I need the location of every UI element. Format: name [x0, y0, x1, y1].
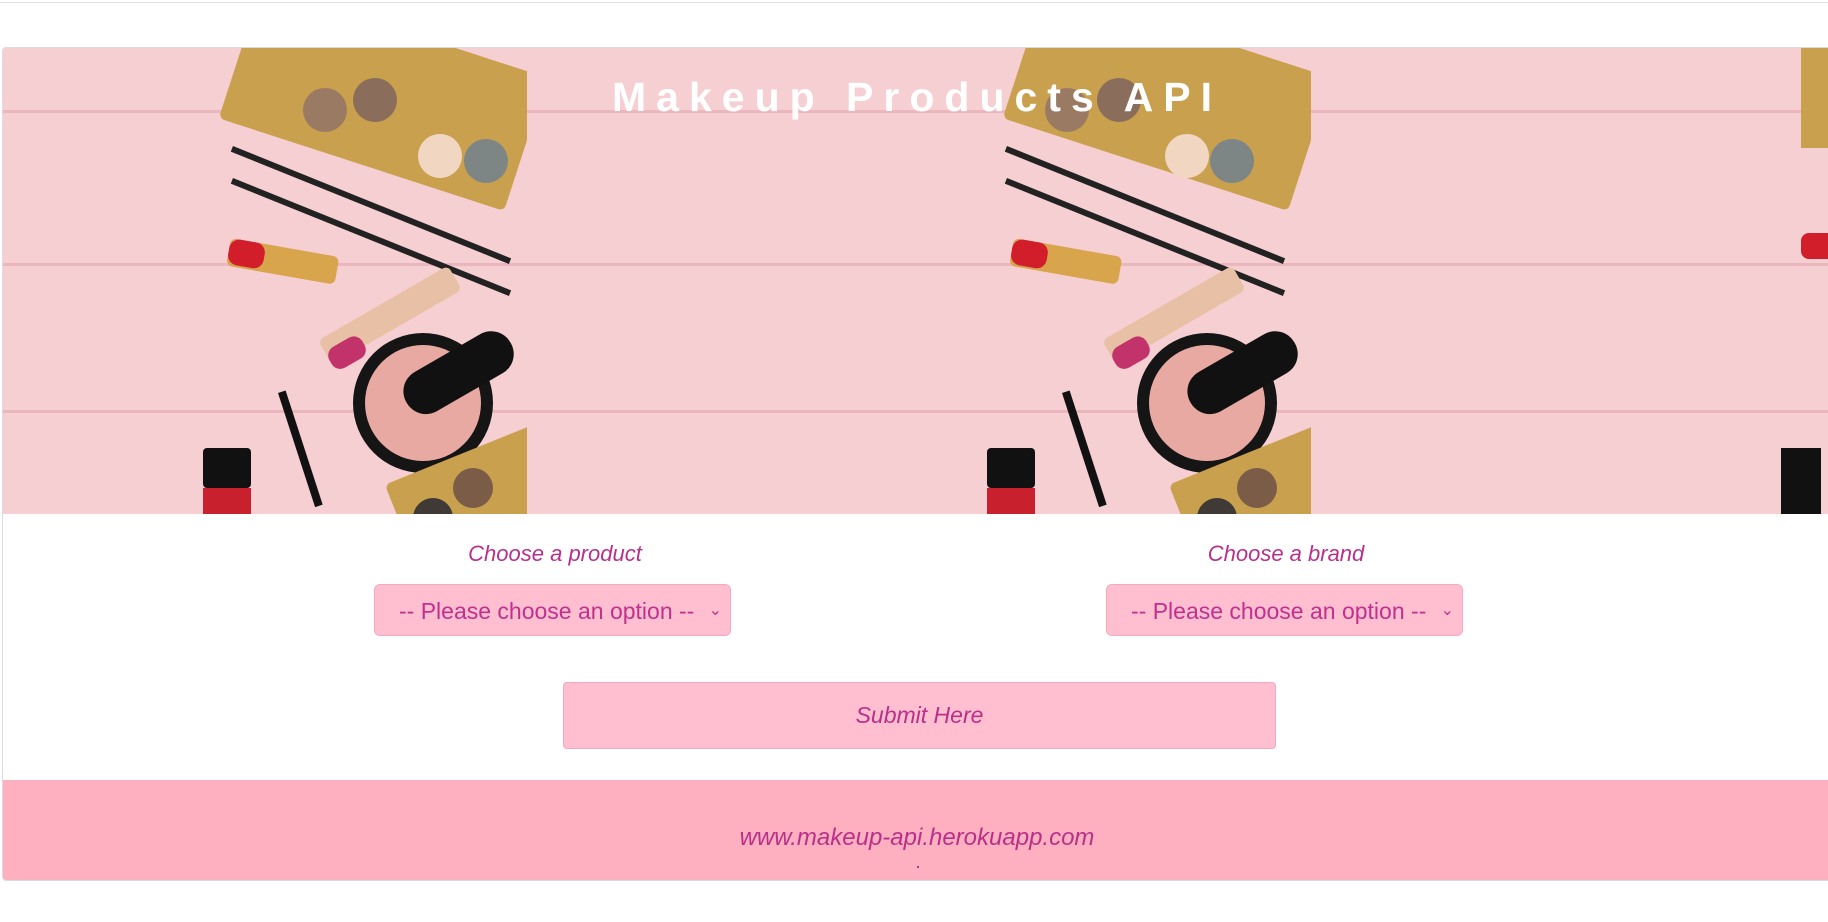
- brand-select[interactable]: -- Please choose an option -- ⌄: [1106, 584, 1463, 636]
- product-select-value: -- Please choose an option --: [399, 598, 695, 624]
- chevron-down-icon: ⌄: [708, 602, 722, 619]
- page-title: Makeup Products API: [612, 74, 1222, 120]
- product-label: Choose a product: [468, 541, 642, 566]
- browser-top-border: [0, 2, 1828, 3]
- main-card: Makeup Products API Choose a product Cho…: [2, 47, 1828, 881]
- hero-banner: Makeup Products API: [3, 48, 1828, 514]
- product-select[interactable]: -- Please choose an option -- ⌄: [374, 584, 731, 636]
- chevron-down-icon: ⌄: [1440, 602, 1454, 619]
- footer-dot: [917, 866, 919, 868]
- brand-label: Choose a brand: [1207, 541, 1365, 566]
- footer: www.makeup-api.herokuapp.com: [3, 780, 1828, 880]
- submit-button[interactable]: Submit Here: [563, 682, 1276, 749]
- footer-link[interactable]: www.makeup-api.herokuapp.com: [3, 824, 1828, 852]
- brand-select-value: -- Please choose an option --: [1131, 598, 1427, 624]
